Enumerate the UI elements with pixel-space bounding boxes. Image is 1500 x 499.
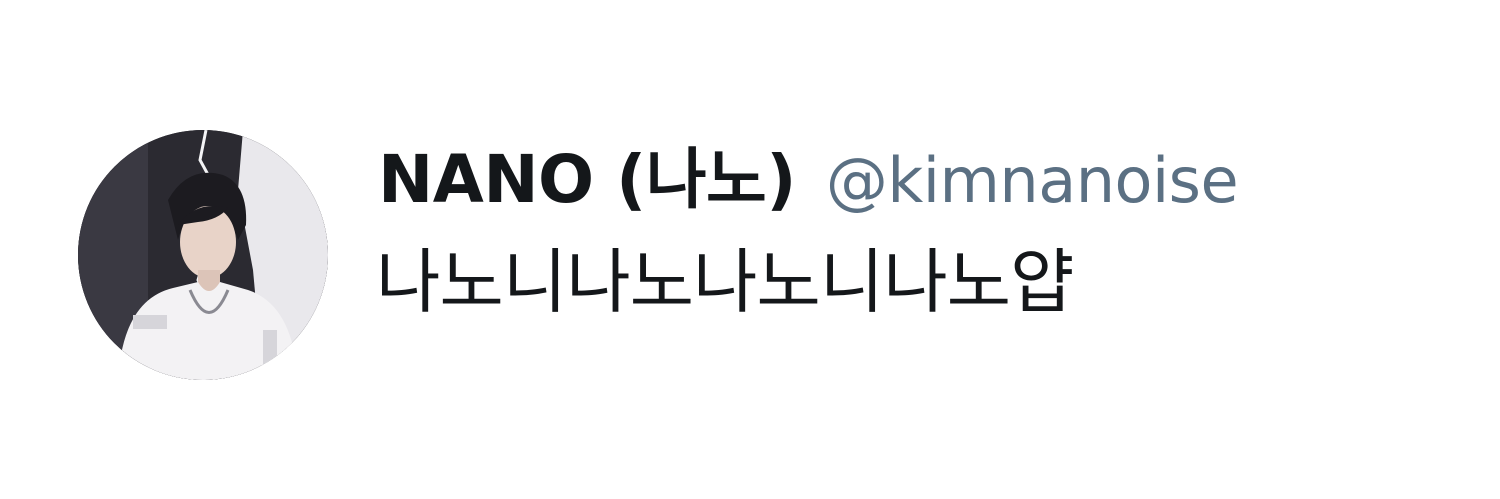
bio-text: 나노니나노나노니나노얍: [376, 241, 1074, 323]
name-row: NANO (나노) @kimnanoise: [378, 126, 1239, 222]
avatar-photo-icon: [78, 130, 328, 380]
display-name[interactable]: NANO (나노): [378, 126, 796, 222]
profile-header: NANO (나노) @kimnanoise 나노니나노나노니나노얍: [0, 0, 1500, 499]
avatar[interactable]: [78, 130, 328, 380]
username-handle[interactable]: @kimnanoise: [826, 144, 1239, 217]
